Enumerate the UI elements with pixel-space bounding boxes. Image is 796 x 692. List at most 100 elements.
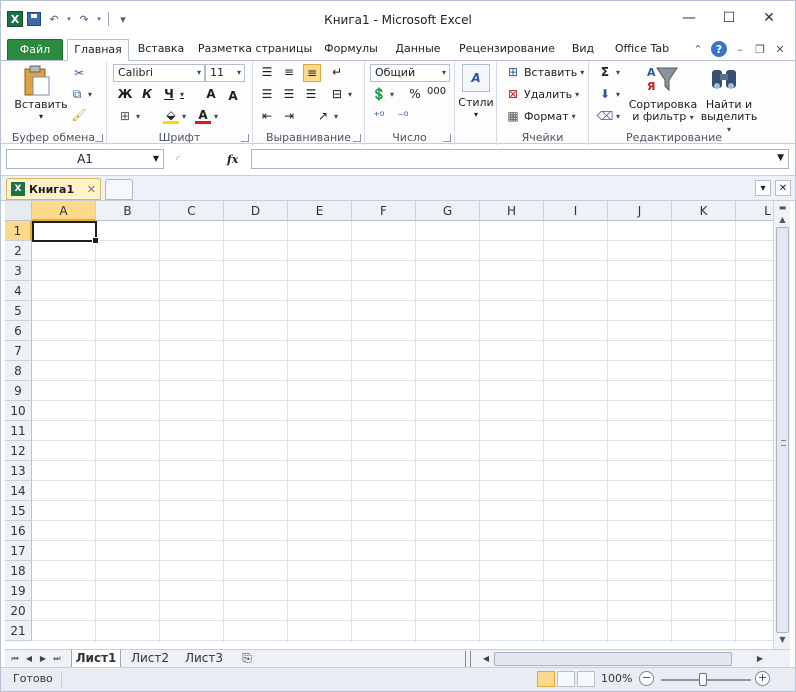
merge-center-button[interactable]: ⊟ ▾ bbox=[329, 86, 352, 102]
italic-button[interactable]: К bbox=[139, 86, 155, 102]
align-right-button[interactable]: ☰ bbox=[303, 86, 319, 102]
styles-button[interactable]: A bbox=[462, 64, 490, 92]
increase-decimal-button[interactable]: ⁺⁰ bbox=[371, 108, 387, 124]
bold-button[interactable]: Ж bbox=[117, 86, 133, 102]
font-launcher-icon[interactable] bbox=[241, 134, 249, 142]
percent-button[interactable]: % bbox=[407, 86, 423, 102]
clear-button[interactable]: ⌫ ▾ bbox=[597, 108, 621, 124]
column-header-j[interactable]: J bbox=[608, 201, 672, 221]
align-left-button[interactable]: ☰ bbox=[259, 86, 275, 102]
column-header-e[interactable]: E bbox=[288, 201, 352, 221]
row-header-5[interactable]: 5 bbox=[5, 301, 32, 321]
row-header-19[interactable]: 19 bbox=[5, 581, 32, 601]
insert-function-button[interactable]: fx bbox=[227, 153, 238, 166]
page-layout-view-button[interactable] bbox=[557, 671, 575, 687]
insert-sheet-icon[interactable]: ⎘ bbox=[235, 650, 259, 668]
row-header-13[interactable]: 13 bbox=[5, 461, 32, 481]
horizontal-scrollbar[interactable]: ◀ ▶ bbox=[480, 652, 770, 666]
tab-office-tab[interactable]: Office Tab bbox=[609, 39, 675, 61]
row-header-7[interactable]: 7 bbox=[5, 341, 32, 361]
align-center-button[interactable]: ☰ bbox=[281, 86, 297, 102]
zoom-in-button[interactable]: + bbox=[755, 671, 770, 686]
doc-tabs-menu-icon[interactable]: ▾ bbox=[755, 180, 771, 196]
number-format-combo[interactable]: Общий ▾ bbox=[370, 64, 450, 82]
font-size-combo[interactable]: 11 ▾ bbox=[205, 64, 245, 82]
insert-cells-button[interactable]: ⊞ Вставить ▾ bbox=[505, 64, 584, 80]
alignment-launcher-icon[interactable] bbox=[353, 134, 361, 142]
next-sheet-icon[interactable]: ▶ bbox=[37, 651, 49, 667]
zoom-out-button[interactable]: − bbox=[639, 671, 654, 686]
row-header-6[interactable]: 6 bbox=[5, 321, 32, 341]
doc-restore-icon[interactable]: ❐ bbox=[753, 42, 767, 56]
wrap-text-button[interactable]: ↵ bbox=[329, 64, 345, 80]
page-break-view-button[interactable] bbox=[577, 671, 595, 687]
row-header-21[interactable]: 21 bbox=[5, 621, 32, 641]
scroll-up-icon[interactable]: ▲ bbox=[775, 213, 790, 227]
row-header-12[interactable]: 12 bbox=[5, 441, 32, 461]
tab-file[interactable]: Файл bbox=[7, 39, 63, 61]
scroll-right-icon[interactable]: ▶ bbox=[754, 651, 766, 667]
align-middle-button[interactable]: ≡ bbox=[281, 64, 297, 80]
minimize-button[interactable]: — bbox=[669, 5, 709, 31]
row-header-15[interactable]: 15 bbox=[5, 501, 32, 521]
align-bottom-button[interactable]: ≡ bbox=[303, 64, 321, 82]
row-header-3[interactable]: 3 bbox=[5, 261, 32, 281]
column-header-h[interactable]: H bbox=[480, 201, 544, 221]
row-header-2[interactable]: 2 bbox=[5, 241, 32, 261]
tab-home[interactable]: Главная bbox=[67, 39, 129, 61]
find-select-icon-wrap[interactable] bbox=[709, 64, 739, 94]
grow-font-button[interactable]: A bbox=[203, 86, 219, 102]
doc-tab-active[interactable]: X Книга1 ✕ bbox=[6, 178, 101, 200]
tab-formulas[interactable]: Формулы bbox=[321, 39, 381, 61]
format-painter-button[interactable]: 🖌 bbox=[71, 107, 87, 123]
delete-cells-button[interactable]: ⊠ Удалить ▾ bbox=[505, 86, 579, 102]
fill-button[interactable]: ⬇ ▾ bbox=[597, 86, 620, 102]
close-button[interactable]: ✕ bbox=[749, 5, 789, 31]
column-header-f[interactable]: F bbox=[352, 201, 416, 221]
tab-data[interactable]: Данные bbox=[391, 39, 445, 61]
doc-tab-close-icon[interactable]: ✕ bbox=[87, 183, 96, 196]
column-header-c[interactable]: C bbox=[160, 201, 224, 221]
minimize-ribbon-icon[interactable]: ⌃ bbox=[691, 42, 705, 56]
row-header-18[interactable]: 18 bbox=[5, 561, 32, 581]
number-launcher-icon[interactable] bbox=[443, 134, 451, 142]
doc-close-icon[interactable]: ✕ bbox=[773, 42, 787, 56]
tab-view[interactable]: Вид bbox=[567, 39, 599, 61]
column-header-i[interactable]: I bbox=[544, 201, 608, 221]
row-header-20[interactable]: 20 bbox=[5, 601, 32, 621]
doc-tabs-close-icon[interactable]: ✕ bbox=[775, 180, 791, 196]
fill-color-button[interactable]: ⬙ ▾ bbox=[163, 108, 186, 124]
cell-area[interactable] bbox=[32, 221, 773, 643]
font-name-combo[interactable]: Calibri ▾ bbox=[113, 64, 205, 82]
increase-indent-button[interactable]: ⇥ bbox=[281, 108, 297, 124]
formula-bar-resize-icon[interactable]: ◜ bbox=[171, 152, 185, 166]
first-sheet-icon[interactable]: ⏮ bbox=[9, 651, 21, 667]
sort-filter-button[interactable]: Сортировка и фильтр ▾ bbox=[625, 99, 701, 124]
autosum-button[interactable]: Σ ▾ bbox=[597, 64, 620, 80]
row-header-1[interactable]: 1 bbox=[5, 221, 32, 241]
column-header-l[interactable]: L bbox=[736, 201, 773, 221]
row-header-11[interactable]: 11 bbox=[5, 421, 32, 441]
column-header-d[interactable]: D bbox=[224, 201, 288, 221]
prev-sheet-icon[interactable]: ◀ bbox=[23, 651, 35, 667]
styles-dropdown-icon[interactable]: ▾ bbox=[455, 109, 497, 121]
paste-button[interactable] bbox=[21, 65, 51, 97]
formula-input[interactable]: ▼ bbox=[251, 149, 789, 169]
clipboard-launcher-icon[interactable] bbox=[95, 134, 103, 142]
vertical-scroll-thumb[interactable] bbox=[776, 227, 789, 633]
copy-button[interactable]: ⧉ ▾ bbox=[69, 86, 92, 102]
horizontal-scroll-thumb[interactable] bbox=[494, 652, 732, 666]
zoom-level[interactable]: 100% bbox=[601, 672, 632, 685]
sheet-tab-2[interactable]: Лист2 bbox=[125, 650, 175, 668]
decrease-decimal-button[interactable]: ⁻⁰ bbox=[395, 108, 411, 124]
decrease-indent-button[interactable]: ⇤ bbox=[259, 108, 275, 124]
maximize-button[interactable]: ☐ bbox=[709, 5, 749, 31]
new-doc-tab-button[interactable] bbox=[105, 179, 133, 200]
sort-filter-icon-wrap[interactable]: А Я bbox=[645, 64, 679, 94]
row-header-4[interactable]: 4 bbox=[5, 281, 32, 301]
align-top-button[interactable]: ☰ bbox=[259, 64, 275, 80]
font-color-button[interactable]: A ▾ bbox=[195, 108, 218, 124]
doc-minimize-icon[interactable]: – bbox=[733, 42, 747, 56]
currency-button[interactable]: 💲 ▾ bbox=[371, 86, 395, 102]
row-header-8[interactable]: 8 bbox=[5, 361, 32, 381]
